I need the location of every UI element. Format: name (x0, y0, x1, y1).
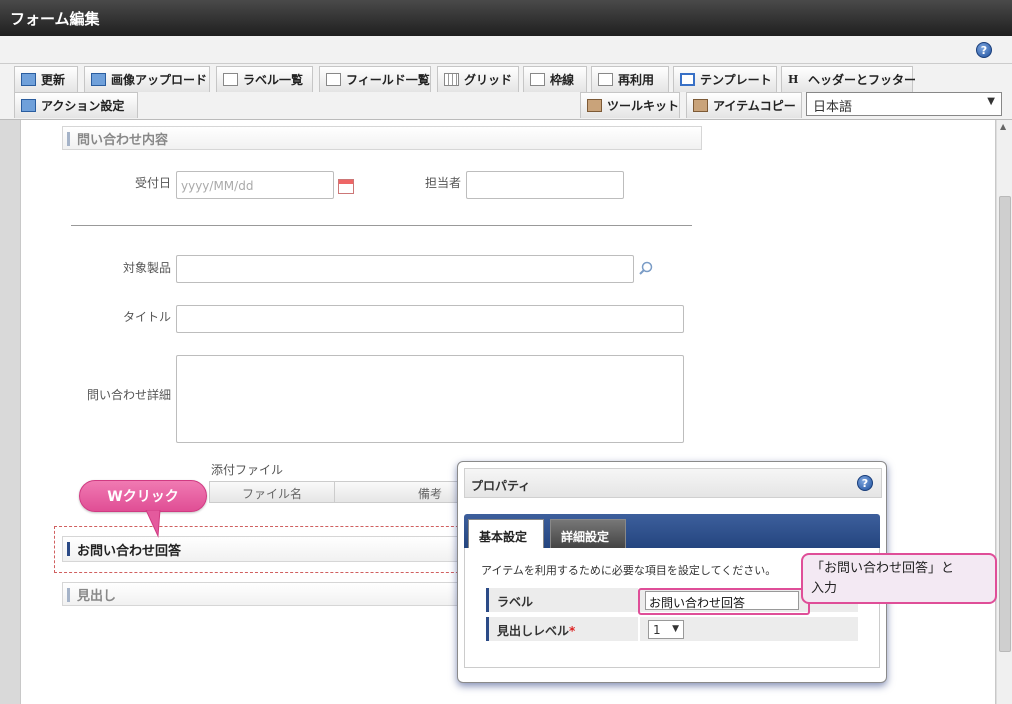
item-copy-button[interactable]: アイテムコピー (686, 92, 802, 118)
double-click-callout: Wクリック (79, 480, 207, 512)
heading-level-label: 見出しレベル* (486, 617, 638, 641)
toolkit-button[interactable]: ツールキット (580, 92, 680, 118)
section-heading-inquiry[interactable]: 問い合わせ内容 (62, 126, 702, 150)
heading-level-select[interactable]: 1 ▼ (648, 620, 684, 639)
template-button[interactable]: テンプレート (673, 66, 777, 92)
column-remarks: 備考 (417, 487, 442, 501)
reuse-icon (598, 73, 613, 86)
template-icon (680, 73, 695, 86)
window-title: フォーム編集 (0, 0, 1012, 36)
callout-pointer (145, 510, 161, 538)
item-copy-icon (693, 99, 708, 112)
header-footer-button[interactable]: H ヘッダーとフッター (781, 66, 916, 92)
image-upload-icon (91, 73, 106, 86)
assignee-label: 担当者 (424, 176, 461, 190)
refresh-button[interactable]: 更新 (14, 66, 78, 92)
assignee-input[interactable] (466, 171, 624, 199)
action-settings-button[interactable]: アクション設定 (14, 92, 138, 118)
calendar-icon[interactable] (338, 179, 354, 194)
dialog-tab-strip: 基本設定 詳細設定 (464, 514, 880, 548)
detail-label: 問い合わせ詳細 (86, 388, 171, 402)
product-label: 対象製品 (122, 261, 171, 275)
label-list-icon (223, 73, 238, 86)
reuse-button[interactable]: 再利用 (591, 66, 669, 92)
label-list-button[interactable]: ラベル一覧 (216, 66, 313, 92)
field-list-icon (326, 73, 341, 86)
border-icon (530, 73, 545, 86)
scroll-thumb[interactable] (999, 196, 1011, 652)
header-footer-icon: H (788, 73, 799, 86)
generic-heading[interactable]: 見出し (62, 582, 472, 606)
attachment-table-header: ファイル名 備考 (209, 481, 459, 503)
scroll-up-icon[interactable]: ▲ (1000, 122, 1006, 131)
product-input[interactable] (176, 255, 634, 283)
toolkit-icon (587, 99, 602, 112)
reception-date-label: 受付日 (134, 176, 171, 190)
attachment-label: 添付ファイル (211, 463, 284, 477)
title-label: タイトル (122, 310, 171, 324)
column-filename: ファイル名 (210, 482, 335, 502)
dialog-title: プロパティ (471, 479, 531, 493)
detail-textarea[interactable] (176, 355, 684, 443)
divider-line (71, 225, 692, 226)
image-upload-button[interactable]: 画像アップロード (84, 66, 210, 92)
language-select[interactable]: 日本語 ▼ (806, 92, 1002, 116)
vertical-scrollbar[interactable]: ▲ (996, 120, 1012, 704)
tab-detail-settings[interactable]: 詳細設定 (550, 519, 626, 548)
reception-date-input[interactable]: yyyy/MM/dd (176, 171, 334, 199)
field-list-button[interactable]: フィールド一覧 (319, 66, 431, 92)
title-input[interactable] (176, 305, 684, 333)
answer-heading[interactable]: お問い合わせ回答 (62, 536, 472, 562)
grid-icon (444, 73, 459, 86)
label-input-highlight (638, 588, 810, 615)
chevron-down-icon: ▼ (987, 96, 995, 107)
tab-basic-settings[interactable]: 基本設定 (468, 519, 544, 548)
border-button[interactable]: 枠線 (523, 66, 587, 92)
chevron-down-icon: ▼ (672, 624, 679, 634)
dialog-help-icon[interactable]: ? (857, 475, 873, 491)
help-icon[interactable]: ? (976, 42, 992, 58)
instruction-note: 「お問い合わせ回答」と 入力 (801, 553, 997, 604)
dialog-title-bar: プロパティ ? (464, 468, 882, 498)
grid-button[interactable]: グリッド (437, 66, 519, 92)
label-field-label: ラベル (486, 588, 638, 612)
action-icon (21, 99, 36, 112)
refresh-icon (21, 73, 36, 86)
help-bar: ? (0, 36, 1012, 64)
dialog-description: アイテムを利用するために必要な項目を設定してください。 (481, 564, 777, 577)
search-icon[interactable] (639, 261, 653, 275)
